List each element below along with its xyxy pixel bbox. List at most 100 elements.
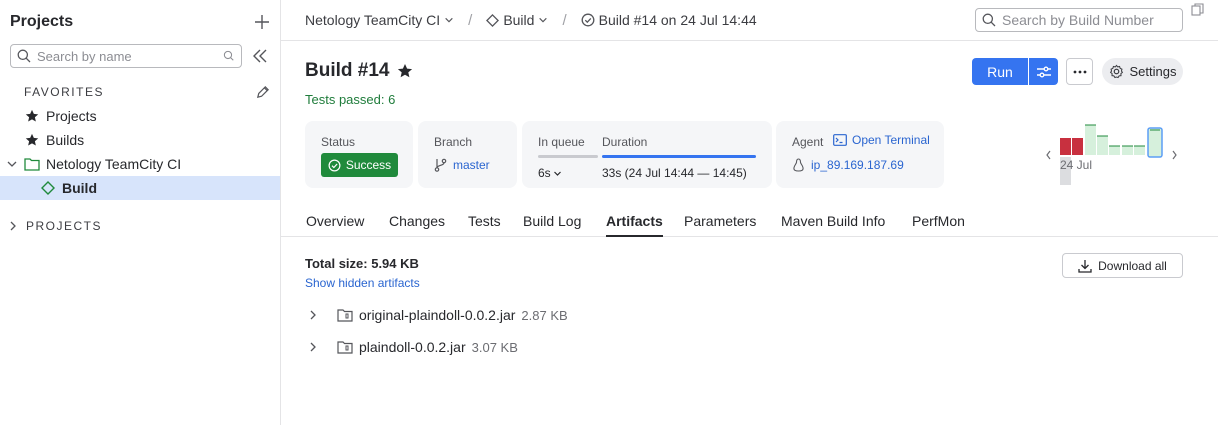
duration-label: Duration — [602, 135, 648, 149]
chevron-down-icon — [445, 17, 453, 23]
double-chevron-left-icon — [253, 49, 267, 63]
tab-perfmon[interactable]: PerfMon — [912, 213, 965, 237]
open-terminal-link[interactable]: Open Terminal — [833, 133, 930, 147]
settings-button[interactable]: Settings — [1102, 58, 1183, 85]
breadcrumb-build-label: Build #14 on 24 Jul 14:44 — [598, 12, 757, 28]
page-title: Build #14 — [305, 60, 413, 82]
sidebar-item-label: Projects — [46, 108, 97, 124]
linux-icon — [793, 158, 804, 172]
search-icon — [982, 13, 996, 27]
build-number-search[interactable] — [975, 8, 1183, 32]
branch-card: Branch master — [418, 121, 517, 188]
artifact-size: 2.87 KB — [521, 307, 568, 323]
history-bar-success[interactable] — [1122, 146, 1133, 155]
more-dots-icon — [1073, 70, 1086, 73]
sidebar-title: Projects — [10, 13, 74, 30]
agent-link[interactable]: ip_89.169.187.69 — [811, 158, 904, 172]
search-field-icon — [223, 50, 234, 61]
status-card: Status Success — [305, 121, 413, 188]
sidebar-header: Projects — [10, 10, 272, 34]
run-options-button[interactable] — [1029, 58, 1058, 85]
status-value: Success — [345, 158, 392, 172]
star-icon — [25, 109, 39, 122]
history-bar-current[interactable] — [1147, 127, 1163, 158]
archive-folder-icon — [337, 341, 353, 354]
history-bar-success[interactable] — [1109, 146, 1120, 155]
history-bar-failed[interactable] — [1072, 138, 1083, 155]
plus-icon — [255, 15, 269, 29]
tab-overview[interactable]: Overview — [306, 213, 364, 237]
favorites-heading: FAVORITES — [24, 84, 270, 100]
copy-icon[interactable] — [1191, 3, 1205, 17]
star-icon[interactable] — [397, 63, 413, 79]
branch-icon — [434, 158, 447, 172]
sidebar-item-label: Build — [62, 180, 97, 196]
sidebar-item-build[interactable]: Build — [0, 176, 280, 200]
breadcrumb-build: Build #14 on 24 Jul 14:44 — [581, 12, 757, 28]
sidebar-search[interactable] — [10, 44, 242, 68]
chevron-right-icon[interactable] — [308, 309, 318, 321]
artifact-row[interactable]: plaindoll-0.0.2.jar 3.07 KB — [305, 337, 518, 357]
breadcrumb-config[interactable]: Build — [486, 12, 548, 28]
build-history-chart: 24 Jul — [1042, 120, 1182, 190]
history-prev-icon[interactable] — [1046, 150, 1051, 160]
history-next-icon[interactable] — [1172, 150, 1177, 160]
build-diamond-icon — [486, 13, 500, 27]
tab-artifacts[interactable]: Artifacts — [606, 213, 663, 237]
tab-maven-build-info[interactable]: Maven Build Info — [781, 213, 885, 237]
chevron-down-icon — [553, 171, 561, 176]
artifact-row[interactable]: original-plaindoll-0.0.2.jar 2.87 KB — [305, 305, 568, 325]
tab-parameters[interactable]: Parameters — [684, 213, 756, 237]
sidebar-item-project[interactable]: Netology TeamCity CI — [0, 152, 280, 176]
timing-card: In queue Duration 6s 33s (24 Jul 14:44 —… — [522, 121, 772, 188]
favorites-heading-label: FAVORITES — [24, 85, 104, 99]
check-circle-icon — [581, 13, 595, 27]
status-label: Status — [321, 135, 356, 149]
history-bar-success[interactable] — [1134, 146, 1145, 155]
projects-heading-label: PROJECTS — [26, 219, 103, 233]
terminal-icon — [833, 134, 847, 146]
collapse-sidebar-button[interactable] — [250, 46, 270, 66]
more-actions-button[interactable] — [1066, 58, 1093, 85]
folder-icon — [24, 158, 40, 171]
history-bar-success[interactable] — [1085, 125, 1096, 155]
chevron-down-icon — [539, 17, 548, 23]
tab-tests[interactable]: Tests — [468, 213, 501, 237]
agent-label: Agent — [792, 135, 824, 149]
star-icon — [25, 133, 39, 146]
breadcrumb: Netology TeamCity CI / Build / Build #14… — [305, 10, 757, 30]
artifact-name[interactable]: plaindoll-0.0.2.jar — [359, 339, 466, 355]
sidebar-item-favorite-builds[interactable]: Builds — [0, 128, 280, 152]
settings-label: Settings — [1129, 64, 1177, 79]
breadcrumb-project-label: Netology TeamCity CI — [305, 12, 441, 28]
artifact-name[interactable]: original-plaindoll-0.0.2.jar — [359, 307, 515, 323]
breadcrumb-project[interactable]: Netology TeamCity CI — [305, 12, 454, 28]
tests-status[interactable]: Tests passed: 6 — [305, 92, 395, 107]
tab-changes[interactable]: Changes — [389, 213, 445, 237]
history-bar-failed[interactable] — [1060, 138, 1071, 155]
queue-label: In queue — [538, 135, 585, 149]
add-project-button[interactable] — [252, 12, 272, 32]
sidebar-item-favorite-projects[interactable]: Projects — [0, 104, 280, 128]
branch-link[interactable]: master — [453, 158, 490, 172]
edit-pencil-icon[interactable] — [255, 85, 270, 100]
run-button[interactable]: Run — [972, 58, 1028, 85]
breadcrumb-separator: / — [468, 11, 473, 29]
queue-dropdown[interactable]: 6s — [538, 166, 562, 180]
download-all-button[interactable]: Download all — [1062, 253, 1183, 278]
breadcrumb-separator: / — [562, 11, 567, 29]
tab-build-log[interactable]: Build Log — [523, 213, 581, 237]
artifact-size: 3.07 KB — [471, 339, 518, 355]
chevron-down-icon[interactable] — [6, 158, 18, 170]
history-bar-success[interactable] — [1097, 136, 1108, 155]
gear-icon — [1109, 64, 1123, 79]
chevron-right-icon[interactable] — [308, 341, 318, 353]
build-number-search-input[interactable] — [1002, 12, 1172, 28]
sidebar-search-input[interactable] — [37, 48, 197, 64]
artifacts-total-size: Total size: 5.94 KB — [305, 256, 419, 271]
history-date-label: 24 Jul — [1060, 158, 1093, 172]
build-diamond-icon — [41, 181, 55, 195]
show-hidden-artifacts-link[interactable]: Show hidden artifacts — [305, 276, 420, 290]
projects-heading[interactable]: PROJECTS — [8, 218, 102, 234]
sidebar: Projects FAVORITES Projects Builds Netol… — [0, 0, 281, 425]
